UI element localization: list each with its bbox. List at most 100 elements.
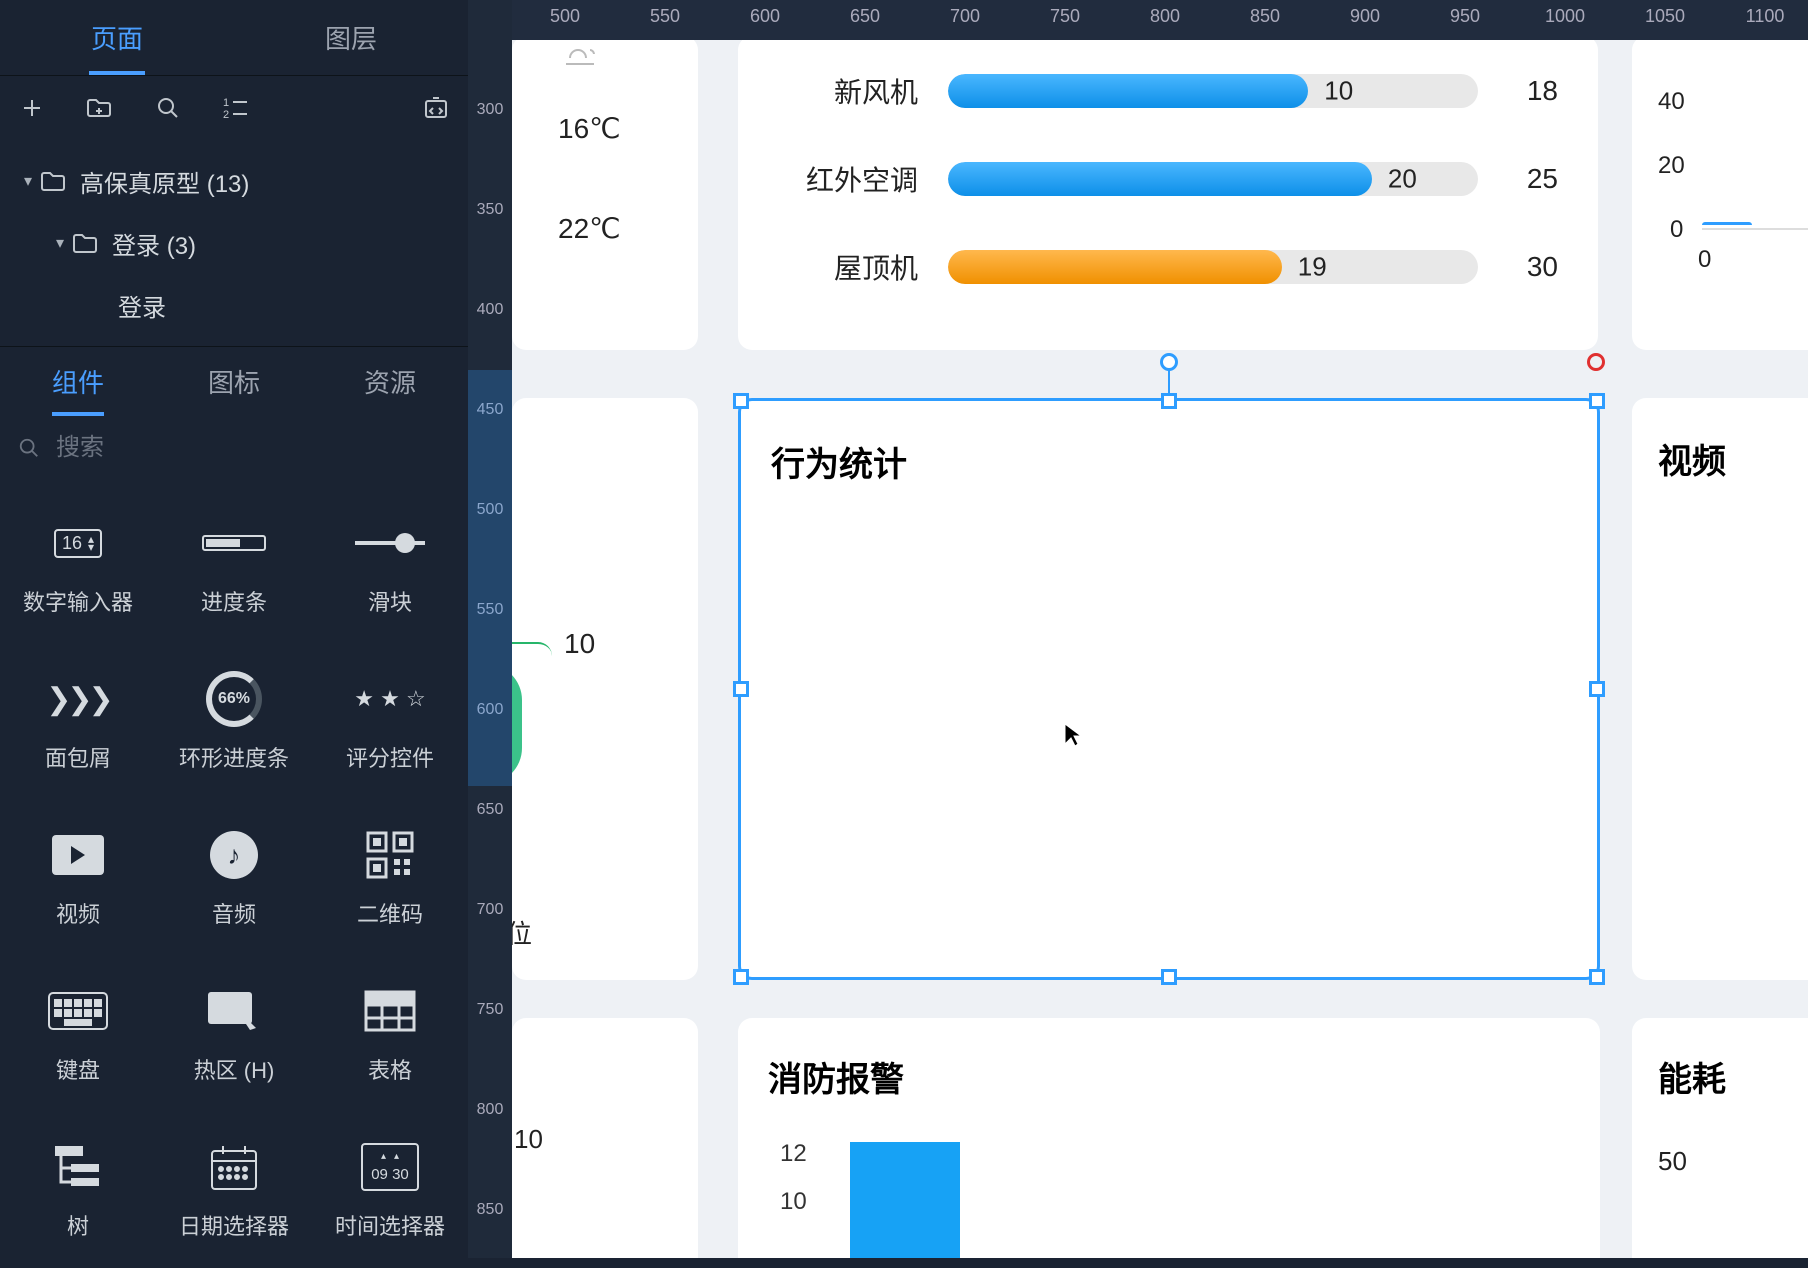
rotation-handle[interactable] — [1160, 353, 1178, 371]
tab-page[interactable]: 页面 — [0, 0, 234, 75]
component-progress-bar[interactable]: 进度条 — [156, 488, 312, 644]
component-label: 环形进度条 — [179, 741, 289, 773]
chevron-down-icon: ▾ — [24, 171, 32, 191]
resize-handle-mr[interactable] — [1589, 681, 1605, 697]
card-energy[interactable]: 能耗 50 — [1632, 1018, 1808, 1258]
card-equipment-bars[interactable]: 新风机 10 18 红外空调 20 25 屋顶机 19 30 — [738, 40, 1598, 350]
tree-leaf[interactable]: 登录 — [0, 274, 468, 336]
ring-progress-icon: 66% — [206, 671, 262, 727]
timepicker-icon: ▴▴ 09 30 — [361, 1139, 419, 1195]
table-icon — [364, 983, 416, 1039]
card-title: 能耗 — [1658, 1052, 1726, 1101]
component-rating[interactable]: ★ ★ ☆ 评分控件 — [312, 644, 468, 800]
y-tick-50: 50 — [1658, 1146, 1687, 1177]
card-left-bottom[interactable]: 10 — [512, 1018, 698, 1258]
component-table[interactable]: 表格 — [312, 956, 468, 1112]
unit-label: 位 — [512, 914, 532, 951]
resize-handle-tl[interactable] — [733, 393, 749, 409]
card-left-mid[interactable]: 10 位 — [512, 398, 698, 980]
card-video-right[interactable]: 视频 — [1632, 398, 1808, 980]
resize-handle-bm[interactable] — [1161, 969, 1177, 985]
delete-handle[interactable] — [1587, 353, 1605, 371]
ruler-tick: 650 — [850, 6, 880, 27]
ruler-tick: 500 — [550, 6, 580, 27]
left-sidebar: 页面 图层 12 ▾ 高保真原型 (13) ▾ — [0, 0, 468, 1258]
tree-child-label: 登录 (3) — [112, 226, 196, 261]
search-icon[interactable] — [154, 94, 182, 122]
bar-row: 红外空调 20 25 — [794, 156, 1558, 202]
card-fire-alarm[interactable]: 消防报警 12 10 — [738, 1018, 1600, 1258]
bar-track: 20 — [948, 162, 1478, 196]
card-behavior-statistics-selected[interactable]: 行为统计 — [738, 398, 1600, 980]
numbered-list-icon[interactable]: 12 — [222, 94, 250, 122]
add-icon[interactable] — [18, 94, 46, 122]
bar-label: 新风机 — [794, 71, 918, 111]
tree-child[interactable]: ▾ 登录 (3) — [0, 212, 468, 274]
component-keyboard[interactable]: 键盘 — [0, 956, 156, 1112]
bar-value: 10 — [1324, 76, 1353, 107]
component-datepicker[interactable]: 日期选择器 — [156, 1112, 312, 1268]
ruler-tick: 650 — [468, 801, 512, 819]
tree-root[interactable]: ▾ 高保真原型 (13) — [0, 150, 468, 212]
card-temperature[interactable]: 16℃ 22℃ — [512, 40, 698, 350]
ruler-tick: 1100 — [1746, 6, 1785, 27]
search-icon — [18, 437, 40, 459]
top-tabs: 页面 图层 — [0, 0, 468, 76]
recycle-icon[interactable] — [422, 94, 450, 122]
ruler-tick: 550 — [650, 6, 680, 27]
component-grid: 16 ▴▾ 数字输入器 进度条 滑块 ❯❯❯ 面包 — [0, 480, 468, 1268]
temp-value-2: 22℃ — [558, 212, 621, 245]
component-search — [0, 416, 468, 480]
tab-resources[interactable]: 资源 — [312, 347, 468, 416]
x-axis-line — [1702, 228, 1808, 230]
component-label: 滑块 — [368, 585, 412, 617]
add-folder-icon[interactable] — [86, 94, 114, 122]
component-timepicker[interactable]: ▴▴ 09 30 时间选择器 — [312, 1112, 468, 1268]
tab-icons[interactable]: 图标 — [156, 347, 312, 416]
resize-handle-ml[interactable] — [733, 681, 749, 697]
ruler-tick: 900 — [1350, 6, 1380, 27]
card-chart-right[interactable]: 40 20 0 0 — [1632, 40, 1808, 350]
weather-icon — [560, 40, 600, 70]
y-tick-10: 10 — [780, 1188, 807, 1216]
component-qrcode[interactable]: 二维码 — [312, 800, 468, 956]
bar-label: 屋顶机 — [794, 247, 918, 287]
tab-components[interactable]: 组件 — [0, 347, 156, 416]
component-video[interactable]: 视频 — [0, 800, 156, 956]
ruler-tick: 850 — [468, 1201, 512, 1219]
search-input[interactable] — [56, 434, 450, 462]
rating-icon: ★ ★ ☆ — [354, 671, 425, 727]
ruler-tick: 750 — [468, 1001, 512, 1019]
resize-handle-tm[interactable] — [1161, 393, 1177, 409]
horizontal-ruler[interactable]: 500 550 600 650 700 750 800 850 900 950 … — [512, 0, 1808, 40]
card-title: 行为统计 — [771, 437, 907, 486]
component-tree[interactable]: 树 — [0, 1112, 156, 1268]
green-arc — [512, 664, 522, 784]
resize-handle-bl[interactable] — [733, 969, 749, 985]
resize-handle-br[interactable] — [1589, 969, 1605, 985]
component-label: 进度条 — [201, 585, 267, 617]
component-breadcrumb[interactable]: ❯❯❯ 面包屑 — [0, 644, 156, 800]
resize-handle-tr[interactable] — [1589, 393, 1605, 409]
value-10: 10 — [564, 628, 595, 660]
vertical-ruler[interactable]: 300 350 400 450 500 550 600 650 700 750 … — [468, 0, 512, 1258]
component-number-input[interactable]: 16 ▴▾ 数字输入器 — [0, 488, 156, 644]
bar-value: 19 — [1298, 252, 1327, 283]
component-audio[interactable]: ♪ 音频 — [156, 800, 312, 956]
component-slider[interactable]: 滑块 — [312, 488, 468, 644]
chevron-down-icon: ▾ — [56, 233, 64, 253]
y-tick: 0 — [1670, 216, 1683, 244]
tab-layer[interactable]: 图层 — [234, 0, 468, 75]
bar-total: 18 — [1508, 75, 1558, 107]
component-label: 视频 — [56, 897, 100, 929]
design-canvas[interactable]: 16℃ 22℃ 新风机 10 18 红外空调 20 25 屋顶机 19 — [512, 40, 1808, 1258]
svg-text:1: 1 — [223, 97, 229, 109]
component-ring-progress[interactable]: 66% 环形进度条 — [156, 644, 312, 800]
hotzone-icon — [206, 983, 262, 1039]
page-tree: ▾ 高保真原型 (13) ▾ 登录 (3) 登录 — [0, 140, 468, 346]
card-title: 消防报警 — [768, 1052, 904, 1101]
component-label: 评分控件 — [346, 741, 434, 773]
component-hotzone[interactable]: 热区 (H) — [156, 956, 312, 1112]
qrcode-icon — [366, 827, 414, 883]
component-label: 表格 — [368, 1053, 412, 1085]
